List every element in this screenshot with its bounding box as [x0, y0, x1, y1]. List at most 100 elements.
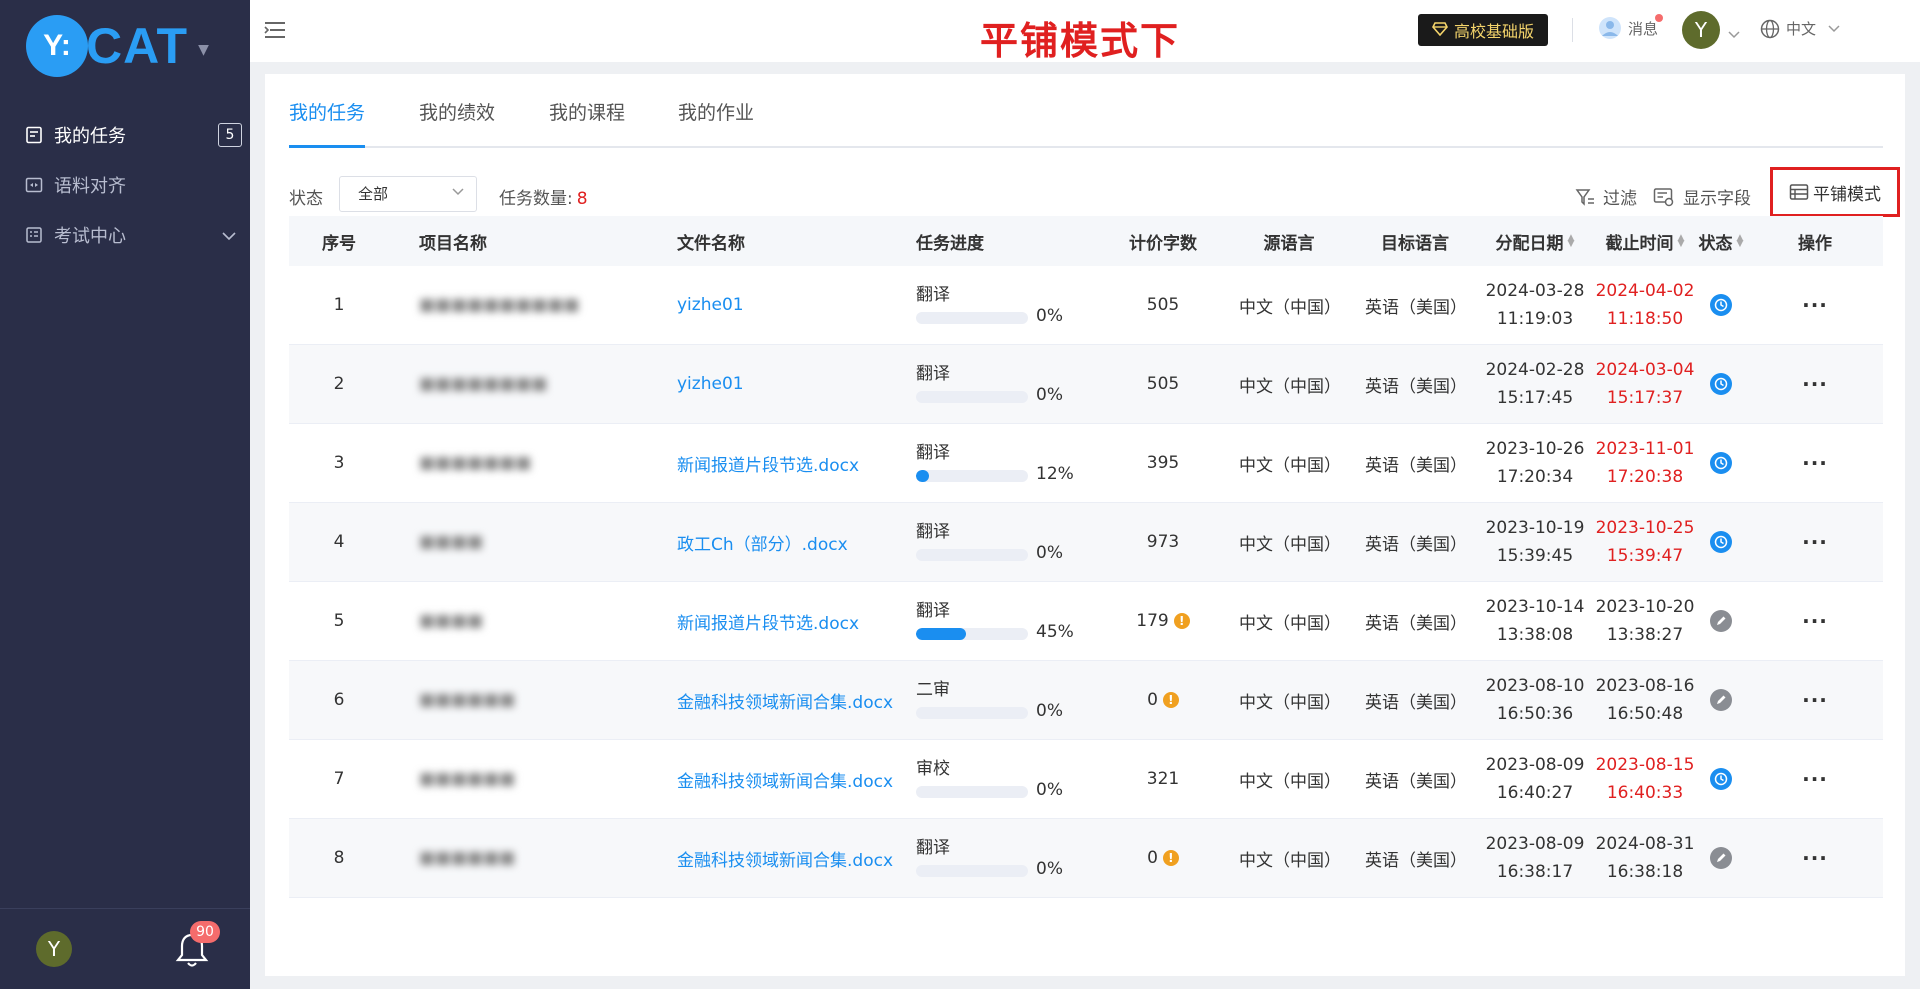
task-doc-icon	[24, 125, 44, 145]
sidebar-item-my-tasks[interactable]: 我的任务 5	[0, 110, 250, 160]
messages-button[interactable]: 消息	[1598, 16, 1658, 40]
more-icon[interactable]: ···	[1802, 530, 1828, 554]
row-file[interactable]: 新闻报道片段节选.docx	[677, 424, 912, 502]
col-status[interactable]: 状态 ▲ ▼	[1691, 216, 1751, 266]
file-link[interactable]: 金融科技领域新闻合集.docx	[677, 688, 893, 713]
table-row[interactable]: 7 ■■■■■■ 金融科技领域新闻合集.docx 审校 0% 321 中文（中国…	[289, 740, 1883, 819]
more-icon[interactable]: ···	[1802, 293, 1828, 317]
assign-time: 13:38:08	[1496, 625, 1574, 645]
tab-my-tasks[interactable]: 我的任务	[289, 98, 366, 148]
filter-button[interactable]: 过滤	[1575, 184, 1637, 209]
file-link[interactable]: 新闻报道片段节选.docx	[677, 609, 859, 634]
row-file[interactable]: 新闻报道片段节选.docx	[677, 582, 912, 660]
file-link[interactable]: 政工Ch（部分）.docx	[677, 530, 848, 555]
col-assign-date[interactable]: 分配日期 ▲ ▼	[1485, 216, 1585, 266]
language-switcher[interactable]: 中文	[1760, 18, 1840, 39]
progress-bar	[916, 470, 1028, 482]
tab-my-performance[interactable]: 我的绩效	[419, 98, 495, 148]
row-project[interactable]: ■■■■■■	[419, 740, 639, 818]
row-source-lang: 中文（中国）	[1239, 455, 1341, 476]
more-icon[interactable]: ···	[1802, 688, 1828, 712]
row-status[interactable]	[1691, 266, 1751, 344]
row-file[interactable]: yizhe01	[677, 266, 912, 344]
file-link[interactable]: 金融科技领域新闻合集.docx	[677, 846, 893, 871]
tile-mode-button[interactable]: 平铺模式	[1770, 167, 1900, 217]
due-time: 11:18:50	[1606, 309, 1684, 329]
row-file[interactable]: 金融科技领域新闻合集.docx	[677, 819, 912, 897]
progress-block: 翻译 0%	[916, 359, 1106, 405]
table-row[interactable]: 3 ■■■■■■■ 新闻报道片段节选.docx 翻译 12% 395 中文（中国…	[289, 424, 1883, 503]
row-words: 321	[1113, 740, 1213, 818]
chevron-down-icon[interactable]	[1728, 24, 1740, 43]
row-actions[interactable]: ···	[1775, 582, 1855, 660]
row-due-date: 2023-10-20 13:38:27	[1595, 582, 1695, 660]
user-avatar[interactable]: Y	[36, 931, 72, 967]
table-row[interactable]: 4 ■■■■ 政工Ch（部分）.docx 翻译 0% 973 中文（中国） 英语…	[289, 503, 1883, 582]
row-project[interactable]: ■■■■■■	[419, 661, 639, 739]
header-avatar[interactable]: Y	[1682, 11, 1720, 49]
caret-down-icon[interactable]: ▼	[198, 42, 209, 58]
row-project[interactable]: ■■■■■■■	[419, 424, 639, 502]
row-actions[interactable]: ···	[1775, 661, 1855, 739]
progress-stage: 翻译	[916, 838, 950, 858]
file-link[interactable]: 新闻报道片段节选.docx	[677, 451, 859, 476]
table-row[interactable]: 1 ■■■■■■■■■■ yizhe01 翻译 0% 505 中文（中国） 英语…	[289, 266, 1883, 345]
row-status[interactable]	[1691, 503, 1751, 581]
sidebar-item-exam-center[interactable]: 考试中心	[0, 210, 250, 260]
row-actions[interactable]: ···	[1775, 819, 1855, 897]
row-status[interactable]	[1691, 819, 1751, 897]
warning-icon[interactable]: !	[1162, 692, 1179, 708]
row-project[interactable]: ■■■■	[419, 503, 639, 581]
row-progress: 翻译 0%	[916, 503, 1106, 581]
progress-block: 审校 0%	[916, 754, 1106, 800]
col-due-date[interactable]: 截止时间 ▲ ▼	[1595, 216, 1695, 266]
sidebar-item-label: 语料对齐	[54, 176, 126, 197]
more-icon[interactable]: ···	[1802, 609, 1828, 633]
file-link[interactable]: yizhe01	[677, 295, 744, 315]
row-actions[interactable]: ···	[1775, 740, 1855, 818]
status-select[interactable]: 全部	[339, 176, 477, 212]
file-link[interactable]: yizhe01	[677, 374, 744, 394]
row-file[interactable]: 政工Ch（部分）.docx	[677, 503, 912, 581]
warning-icon[interactable]: !	[1173, 613, 1190, 629]
brand-logo[interactable]: Y: CAT ▼	[26, 12, 226, 80]
row-project[interactable]: ■■■■■■	[419, 819, 639, 897]
menu-toggle-icon[interactable]	[264, 20, 286, 44]
table-row[interactable]: 8 ■■■■■■ 金融科技领域新闻合集.docx 翻译 0% 0! 中文（中国）…	[289, 819, 1883, 898]
row-actions[interactable]: ···	[1775, 266, 1855, 344]
display-fields-button[interactable]: 显示字段	[1653, 184, 1751, 209]
tab-my-homework[interactable]: 我的作业	[678, 98, 754, 148]
more-icon[interactable]: ···	[1802, 451, 1828, 475]
warning-icon[interactable]: !	[1162, 850, 1179, 866]
message-avatar-icon	[1599, 17, 1621, 39]
table-row[interactable]: 2 ■■■■■■■■ yizhe01 翻译 0% 505 中文（中国） 英语（美…	[289, 345, 1883, 424]
more-icon[interactable]: ···	[1802, 846, 1828, 870]
row-file[interactable]: 金融科技领域新闻合集.docx	[677, 740, 912, 818]
display-fields-icon	[1653, 187, 1674, 206]
more-icon[interactable]: ···	[1802, 767, 1828, 791]
row-actions[interactable]: ···	[1775, 345, 1855, 423]
row-project[interactable]: ■■■■■■■■	[419, 345, 639, 423]
row-words: 0!	[1113, 819, 1213, 897]
tile-mode-banner: 平铺模式下	[980, 19, 1181, 63]
table-row[interactable]: 6 ■■■■■■ 金融科技领域新闻合集.docx 二审 0% 0! 中文（中国）…	[289, 661, 1883, 740]
row-status[interactable]	[1691, 740, 1751, 818]
sidebar-item-corpus-align[interactable]: 语料对齐	[0, 160, 250, 210]
more-icon[interactable]: ···	[1802, 372, 1828, 396]
row-status[interactable]	[1691, 582, 1751, 660]
row-file[interactable]: yizhe01	[677, 345, 912, 423]
row-status[interactable]	[1691, 661, 1751, 739]
chevron-down-icon	[452, 188, 464, 196]
table-row[interactable]: 5 ■■■■ 新闻报道片段节选.docx 翻译 45% 179! 中文（中国） …	[289, 582, 1883, 661]
edition-badge[interactable]: 高校基础版	[1418, 14, 1549, 46]
row-status[interactable]	[1691, 345, 1751, 423]
row-status[interactable]	[1691, 424, 1751, 502]
row-project[interactable]: ■■■■	[419, 582, 639, 660]
file-link[interactable]: 金融科技领域新闻合集.docx	[677, 767, 893, 792]
tab-my-courses[interactable]: 我的课程	[549, 98, 625, 148]
row-actions[interactable]: ···	[1775, 503, 1855, 581]
row-project[interactable]: ■■■■■■■■■■	[419, 266, 639, 344]
chevron-down-icon[interactable]	[222, 225, 236, 246]
row-actions[interactable]: ···	[1775, 424, 1855, 502]
row-file[interactable]: 金融科技领域新闻合集.docx	[677, 661, 912, 739]
